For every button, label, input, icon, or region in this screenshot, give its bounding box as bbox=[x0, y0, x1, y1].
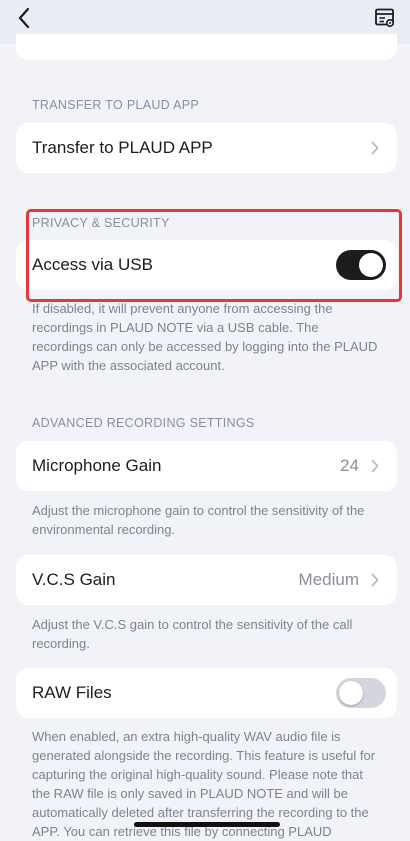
chevron-left-icon bbox=[18, 7, 30, 29]
chevron-right-icon bbox=[371, 141, 381, 155]
microphone-gain-value: 24 bbox=[340, 456, 359, 475]
vcs-gain-row[interactable]: V.C.S Gain Medium bbox=[16, 555, 397, 605]
vcs-gain-value: Medium bbox=[298, 570, 359, 589]
toggle-knob bbox=[359, 253, 383, 277]
transfer-to-app-row[interactable]: Transfer to PLAUD APP bbox=[16, 123, 397, 173]
previous-settings-card bbox=[16, 34, 397, 60]
section-header-privacy: PRIVACY & SECURITY bbox=[32, 216, 170, 230]
back-button[interactable] bbox=[10, 4, 38, 32]
privacy-description: If disabled, it will prevent anyone from… bbox=[32, 301, 378, 373]
section-header-advanced: ADVANCED RECORDING SETTINGS bbox=[32, 416, 255, 430]
toggle-knob bbox=[339, 681, 363, 705]
microphone-gain-label: Microphone Gain bbox=[32, 456, 162, 475]
microphone-gain-description: Adjust the microphone gain to control th… bbox=[32, 503, 365, 537]
vcs-gain-description: Adjust the V.C.S gain to control the sen… bbox=[32, 617, 353, 651]
access-via-usb-toggle[interactable] bbox=[336, 250, 386, 280]
list-settings-icon bbox=[375, 8, 395, 28]
raw-files-toggle[interactable] bbox=[336, 678, 386, 708]
access-via-usb-label: Access via USB bbox=[32, 255, 153, 274]
chevron-right-icon bbox=[371, 459, 381, 473]
raw-files-label: RAW Files bbox=[32, 683, 112, 702]
chevron-right-icon bbox=[371, 573, 381, 587]
transfer-row-label: Transfer to PLAUD APP bbox=[32, 138, 213, 157]
vcs-gain-label: V.C.S Gain bbox=[32, 570, 116, 589]
home-indicator bbox=[134, 822, 280, 827]
section-header-transfer: TRANSFER TO PLAUD APP bbox=[32, 98, 199, 112]
microphone-gain-row[interactable]: Microphone Gain 24 bbox=[16, 441, 397, 491]
list-settings-button[interactable] bbox=[372, 5, 398, 31]
